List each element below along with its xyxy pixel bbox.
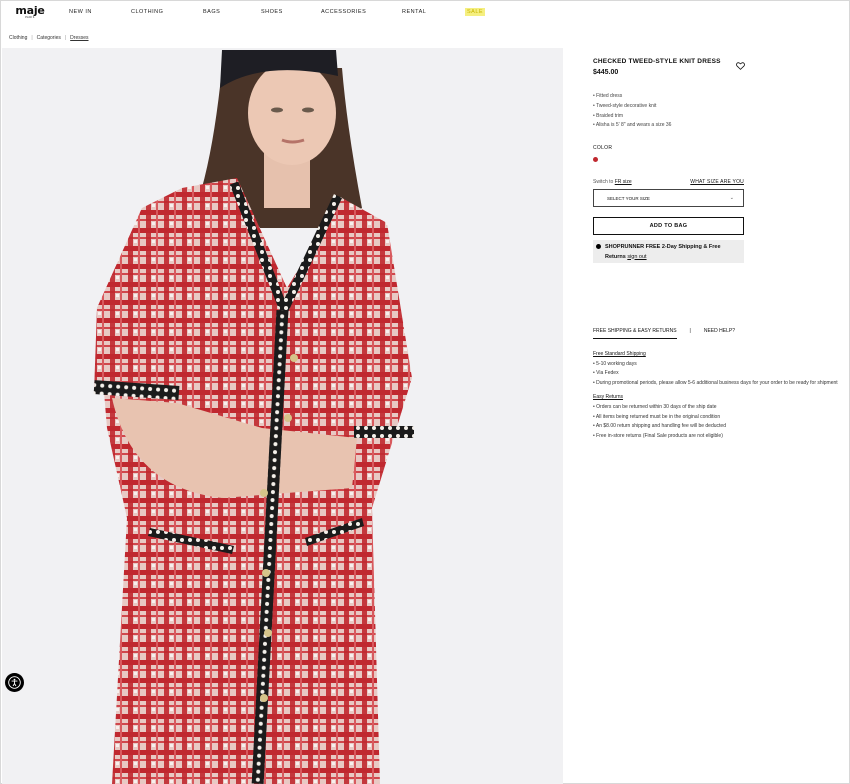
size-select-label: SELECT YOUR SIZE <box>607 195 650 201</box>
standard-shipping-list: 5-10 working days Via Fedex During promo… <box>593 360 843 389</box>
feature-item: Fitted dress <box>593 92 843 102</box>
list-item: All items being returned must be in the … <box>593 413 843 423</box>
standard-shipping-heading: Free Standard Shipping <box>593 351 646 357</box>
nav-rental[interactable]: RENTAL <box>402 9 426 15</box>
list-item: Via Fedex <box>593 369 843 379</box>
fr-size-link[interactable]: FR size <box>615 179 632 185</box>
product-image[interactable] <box>2 48 563 784</box>
top-navigation: maje PARIS NEW IN CLOTHING BAGS SHOES AC… <box>1 1 849 29</box>
what-size-link[interactable]: WHAT SIZE ARE YOU <box>690 179 744 185</box>
breadcrumb-separator: | <box>31 35 33 41</box>
nav-new-in[interactable]: NEW IN <box>69 9 92 15</box>
brand-logo[interactable]: maje PARIS <box>15 4 45 19</box>
accessibility-icon <box>8 676 21 689</box>
color-swatch-red[interactable] <box>593 157 598 163</box>
wishlist-button[interactable] <box>736 57 746 70</box>
shoprunner-icon <box>596 244 601 249</box>
shoprunner-sign-out-link[interactable]: sign out <box>627 254 646 260</box>
product-title: CHECKED TWEED-STYLE KNIT DRESS <box>593 58 721 65</box>
nav-sale[interactable]: SALE <box>465 8 486 16</box>
list-item: 5-10 working days <box>593 360 843 370</box>
shipping-info: Free Standard Shipping 5-10 working days… <box>593 350 843 441</box>
size-select[interactable]: SELECT YOUR SIZE ⌄ <box>593 189 744 207</box>
breadcrumb: Clothing | Categories | Dresses <box>9 35 89 41</box>
breadcrumb-separator: | <box>64 35 67 41</box>
tab-free-shipping[interactable]: FREE SHIPPING & EASY RETURNS <box>593 328 677 339</box>
size-switch-prefix: Switch to <box>593 179 614 185</box>
returns-list: Orders can be returned within 30 days of… <box>593 403 843 441</box>
breadcrumb-categories[interactable]: Categories <box>37 35 61 41</box>
feature-item: Braided trim <box>593 112 843 122</box>
nav-bags[interactable]: BAGS <box>203 9 220 15</box>
size-helper-row: Switch to FR size WHAT SIZE ARE YOU <box>593 179 744 185</box>
nav-shoes[interactable]: SHOES <box>261 9 283 15</box>
nav-clothing[interactable]: CLOTHING <box>131 9 163 15</box>
shoprunner-text: SHOPRUNNER FREE 2-Day Shipping & Free <box>605 244 721 250</box>
add-to-bag-button[interactable]: ADD TO BAG <box>593 217 744 235</box>
list-item: Orders can be returned within 30 days of… <box>593 403 843 413</box>
tab-need-help[interactable]: NEED HELP? <box>704 328 735 334</box>
heart-icon <box>736 62 745 70</box>
feature-item: Alisha is 5' 8" and wears a size 36 <box>593 121 843 131</box>
size-switch-text: Switch to FR size <box>593 179 632 185</box>
list-item: During promotional periods, please allow… <box>593 379 843 389</box>
shoprunner-returns: Returns <box>605 253 626 260</box>
easy-returns-heading: Easy Returns <box>593 394 624 401</box>
chevron-down-icon: ⌄ <box>729 195 734 201</box>
product-price: $445.00 <box>593 69 619 76</box>
list-item: An $8.00 return shipping and handling fe… <box>593 422 843 432</box>
shoprunner-banner: SHOPRUNNER FREE 2-Day Shipping & Free Re… <box>593 240 744 263</box>
list-item: Free in-store returns (Final Sale produc… <box>593 432 843 442</box>
model-photo <box>93 50 414 784</box>
info-tabs: FREE SHIPPING & EASY RETURNS | NEED HELP… <box>593 328 843 339</box>
product-info: CHECKED TWEED-STYLE KNIT DRESS $445.00 F… <box>593 57 843 439</box>
breadcrumb-dresses[interactable]: Dresses <box>70 35 88 41</box>
color-label: COLOR <box>593 145 613 152</box>
tab-separator: | <box>689 328 691 334</box>
accessibility-button[interactable] <box>5 673 24 692</box>
product-features: Fitted dress Tweed-style decorative knit… <box>593 92 843 131</box>
nav-accessories[interactable]: ACCESSORIES <box>321 9 366 15</box>
feature-item: Tweed-style decorative knit <box>593 102 843 112</box>
breadcrumb-clothing[interactable]: Clothing <box>9 35 27 41</box>
